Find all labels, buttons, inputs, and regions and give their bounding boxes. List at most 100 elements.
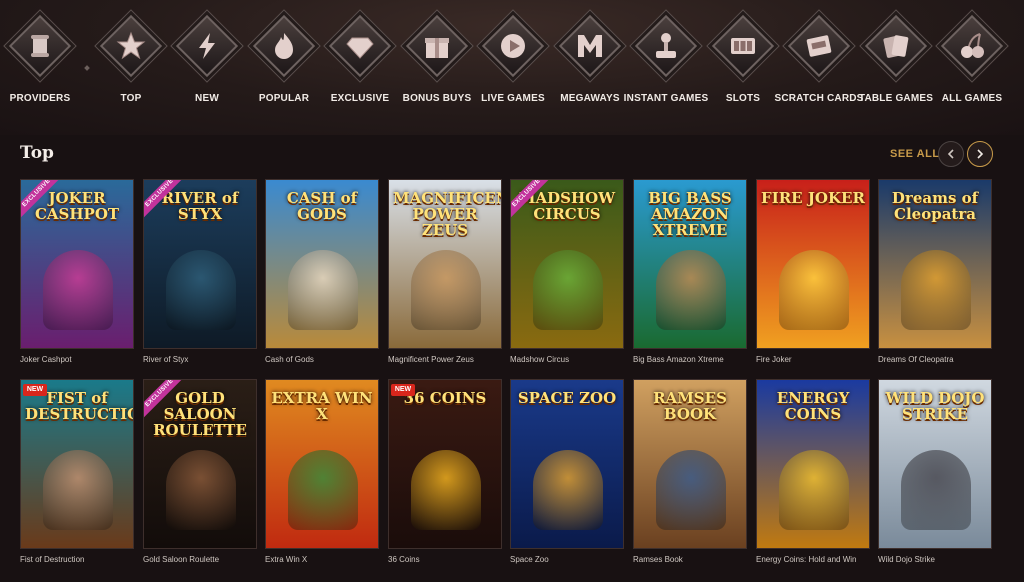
game-artwork — [656, 250, 726, 330]
game-name[interactable]: River of Styx — [143, 355, 273, 364]
game-tile[interactable]: 36 COINS NEW 36 Coins — [388, 379, 502, 569]
game-thumbnail[interactable]: BIG BASS AMAZON XTREME — [633, 179, 747, 349]
game-name[interactable]: Big Bass Amazon Xtreme — [633, 355, 763, 364]
game-tile[interactable]: GOLD SALOON ROULETTE EXCLUSIVE Gold Saloon… — [143, 379, 257, 569]
game-logo-text: RAMSES BOOK — [653, 389, 727, 423]
game-name[interactable]: Dreams Of Cleopatra — [878, 355, 1008, 364]
game-logo-text: Dreams of Cleopatra — [891, 189, 979, 223]
lightning-icon — [191, 28, 223, 64]
category-all-games[interactable]: ALL GAMES — [934, 14, 1010, 128]
game-logo-text: MAGNIFICENT POWER ZEUS — [393, 189, 501, 239]
game-name[interactable]: 36 Coins — [388, 555, 518, 564]
game-name[interactable]: Space Zoo — [510, 555, 640, 564]
game-name[interactable]: Joker Cashpot — [20, 355, 150, 364]
game-thumbnail[interactable]: JOKER CASHPOT EXCLUSIVE — [20, 179, 134, 349]
game-tile[interactable]: Dreams of Cleopatra Dreams Of Cleopatra — [878, 179, 992, 369]
game-name[interactable]: Extra Win X — [265, 555, 395, 564]
category-slots[interactable]: SLOTS — [705, 14, 781, 128]
game-tile[interactable]: WILD DOJO STRIKE Wild Dojo Strike — [878, 379, 992, 569]
game-thumbnail[interactable]: FIRE JOKER — [756, 179, 870, 349]
game-name[interactable]: Ramses Book — [633, 555, 763, 564]
game-tile[interactable]: MADSHOW CIRCUS EXCLUSIVE Madshow Circus — [510, 179, 624, 369]
category-instant-games[interactable]: INSTANT GAMES — [624, 14, 708, 128]
game-artwork — [656, 450, 726, 530]
game-tile[interactable]: CASH of GODS Cash of Gods — [265, 179, 379, 369]
game-thumbnail[interactable]: CASH of GODS — [265, 179, 379, 349]
new-badge: NEW — [23, 384, 47, 396]
game-name[interactable]: Magnificent Power Zeus — [388, 355, 518, 364]
game-name[interactable]: Wild Dojo Strike — [878, 555, 1008, 564]
game-artwork — [533, 250, 603, 330]
game-thumbnail[interactable]: ENERGY COINS — [756, 379, 870, 549]
game-tile[interactable]: RAMSES BOOK Ramses Book — [633, 379, 747, 569]
carousel-prev-button[interactable] — [938, 141, 964, 167]
game-artwork — [411, 250, 481, 330]
game-thumbnail[interactable]: 36 COINS NEW — [388, 379, 502, 549]
game-artwork — [533, 450, 603, 530]
category-megaways[interactable]: MEGAWAYS — [552, 14, 628, 128]
category-exclusive[interactable]: EXCLUSIVE — [322, 14, 398, 128]
category-live-games[interactable]: LIVE GAMES — [475, 14, 551, 128]
game-tile[interactable]: RIVER of STYX EXCLUSIVE River of Styx — [143, 179, 257, 369]
game-name[interactable]: Cash of Gods — [265, 355, 395, 364]
game-artwork — [166, 450, 236, 530]
category-nav: PROVIDERS TOP NEW POPULAR EXCLUSIVE BONU… — [0, 14, 1024, 128]
game-logo-text: CASH of GODS — [286, 189, 358, 223]
game-thumbnail[interactable]: GOLD SALOON ROULETTE EXCLUSIVE — [143, 379, 257, 549]
game-name[interactable]: Fist of Destruction — [20, 555, 150, 564]
game-thumbnail[interactable]: WILD DOJO STRIKE — [878, 379, 992, 549]
game-grid: JOKER CASHPOT EXCLUSIVE Joker Cashpot RIVER… — [20, 179, 995, 575]
game-logo-text: WILD DOJO STRIKE — [885, 389, 985, 423]
game-logo-text: SPACE ZOO — [517, 389, 617, 407]
game-tile[interactable]: BIG BASS AMAZON XTREME Big Bass Amazon Xt… — [633, 179, 747, 369]
game-name[interactable]: Madshow Circus — [510, 355, 640, 364]
game-thumbnail[interactable]: RAMSES BOOK — [633, 379, 747, 549]
scroll-icon — [24, 28, 56, 64]
joystick-icon — [650, 28, 682, 64]
game-thumbnail[interactable]: RIVER of STYX EXCLUSIVE — [143, 179, 257, 349]
chevron-right-icon — [977, 149, 984, 159]
game-thumbnail[interactable]: MAGNIFICENT POWER ZEUS — [388, 179, 502, 349]
game-name[interactable]: Gold Saloon Roulette — [143, 555, 273, 564]
game-artwork — [43, 250, 113, 330]
game-thumbnail[interactable]: SPACE ZOO — [510, 379, 624, 549]
slot-machine-icon — [727, 28, 759, 64]
game-thumbnail[interactable]: MADSHOW CIRCUS EXCLUSIVE — [510, 179, 624, 349]
game-tile[interactable]: MAGNIFICENT POWER ZEUSMagnificent Power … — [388, 179, 502, 369]
category-top[interactable]: TOP — [93, 14, 169, 128]
category-new[interactable]: NEW — [169, 14, 245, 128]
star-icon — [115, 28, 147, 64]
game-name[interactable]: Fire Joker — [756, 355, 886, 364]
game-thumbnail[interactable]: EXTRA WIN X — [265, 379, 379, 549]
category-bonus-buys[interactable]: BONUS BUYS — [399, 14, 475, 128]
category-popular[interactable]: POPULAR — [246, 14, 322, 128]
game-tile[interactable]: JOKER CASHPOT EXCLUSIVE Joker Cashpot — [20, 179, 134, 369]
game-artwork — [779, 250, 849, 330]
cherry-icon — [956, 28, 988, 64]
category-scratch-cards[interactable]: SCRATCH CARDS — [774, 14, 863, 128]
game-artwork — [288, 450, 358, 530]
m-logo-icon — [574, 28, 606, 64]
game-thumbnail[interactable]: FIST of DESTRUCTIONNEW — [20, 379, 134, 549]
game-tile[interactable]: SPACE ZOO Space Zoo — [510, 379, 624, 569]
game-tile[interactable]: FIRE JOKER Fire Joker — [756, 179, 870, 369]
see-all-link[interactable]: SEE ALL — [890, 148, 940, 160]
game-tile[interactable]: ENERGY COINS Energy Coins: Hold and Win — [756, 379, 870, 569]
new-badge: NEW — [391, 384, 415, 396]
category-providers[interactable]: PROVIDERS — [2, 14, 78, 128]
game-thumbnail[interactable]: Dreams of Cleopatra — [878, 179, 992, 349]
diamond-icon — [344, 28, 376, 64]
game-logo-text: ENERGY COINS — [776, 389, 850, 423]
game-name[interactable]: Energy Coins: Hold and Win — [756, 555, 886, 564]
game-tile[interactable]: EXTRA WIN X Extra Win X — [265, 379, 379, 569]
game-artwork — [288, 250, 358, 330]
game-artwork — [411, 450, 481, 530]
fire-icon — [268, 28, 300, 64]
game-artwork — [43, 450, 113, 530]
game-artwork — [901, 250, 971, 330]
gift-icon — [421, 28, 453, 64]
category-table-games[interactable]: TABLE GAMES — [858, 14, 934, 128]
section-title: Top — [20, 143, 54, 163]
game-tile[interactable]: FIST of DESTRUCTIONNEWFist of Destructio… — [20, 379, 134, 569]
carousel-next-button[interactable] — [967, 141, 993, 167]
